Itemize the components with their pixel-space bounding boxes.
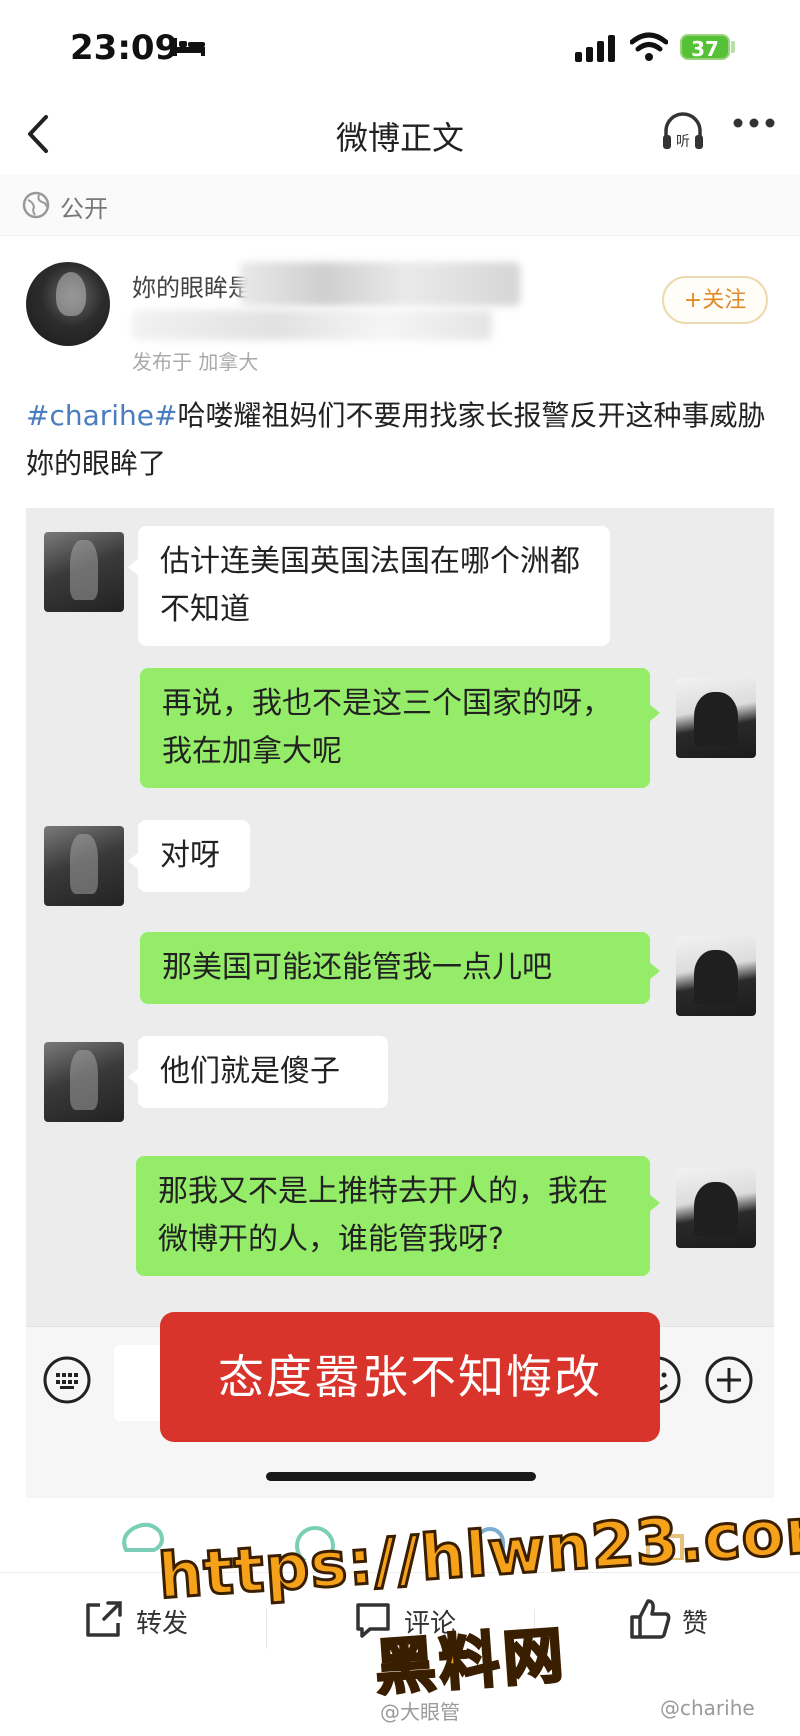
follow-button[interactable]: +关注	[662, 276, 768, 324]
status-bar: 23:09 37	[0, 0, 800, 95]
hashtag-link[interactable]: #charihe#	[26, 399, 177, 432]
weibo-watermark: @charihe	[660, 1696, 755, 1720]
post-source: 发布于 加拿大	[132, 350, 259, 374]
status-time: 23:09	[70, 28, 179, 68]
chat-bubble-outgoing: 再说，我也不是这三个国家的呀，我在加拿大呢	[140, 668, 650, 788]
like-button[interactable]: 赞	[682, 1603, 708, 1640]
chat-bubble-incoming: 对呀	[138, 820, 250, 892]
chat-bubble-incoming: 他们就是傻子	[138, 1036, 388, 1108]
battery-tip	[731, 41, 735, 53]
self-avatar	[676, 678, 756, 758]
visibility-label: 公开	[60, 195, 108, 223]
post-text: #charihe#哈喽耀祖妈们不要用找家长报警反开这种事威胁妳的眼眸了	[26, 392, 776, 488]
bubble-tail	[649, 704, 660, 722]
repost-icon[interactable]	[82, 1599, 124, 1641]
globe-icon	[22, 191, 50, 219]
contact-avatar	[44, 532, 124, 612]
voice-keyboard-icon	[43, 1356, 91, 1404]
contact-avatar	[44, 826, 124, 906]
redaction-blur	[132, 310, 492, 340]
bubble-tail	[649, 962, 660, 980]
contact-avatar	[44, 1042, 124, 1122]
cellular-signal-icon	[575, 35, 615, 62]
listen-label: 听	[676, 134, 690, 150]
author-avatar[interactable]	[26, 262, 110, 346]
nav-bar: 微博正文 听	[0, 95, 800, 176]
toolbar-divider	[266, 1609, 267, 1649]
chat-bubble-outgoing: 那我又不是上推特去开人的，我在微博开的人，谁能管我呀?	[136, 1156, 650, 1276]
self-avatar	[676, 936, 756, 1016]
headphones-icon[interactable]: 听	[660, 109, 706, 155]
sleep-focus-icon	[173, 38, 205, 56]
plus-icon	[705, 1356, 753, 1404]
chat-bubble-outgoing: 那美国可能还能管我一点儿吧	[140, 932, 650, 1004]
wifi-icon	[630, 32, 668, 61]
thumbs-up-icon[interactable]	[628, 1597, 672, 1641]
chat-bubble-incoming: 估计连美国英国法国在哪个洲都不知道	[138, 526, 610, 646]
self-avatar	[676, 1168, 756, 1248]
more-options-icon[interactable]	[733, 117, 775, 129]
visibility-row: 公开	[0, 175, 800, 236]
site-stamp-name: 黑料网	[371, 1619, 570, 1705]
chat-screenshot-image[interactable]: 估计连美国英国法国在哪个洲都不知道 再说，我也不是这三个国家的呀，我在加拿大呢 …	[26, 508, 774, 1498]
bubble-tail	[649, 1194, 660, 1212]
caption-banner: 态度嚣张不知悔改	[160, 1312, 660, 1442]
redaction-blur	[240, 262, 520, 306]
battery-indicator: 37	[680, 34, 730, 61]
home-indicator	[266, 1472, 536, 1481]
